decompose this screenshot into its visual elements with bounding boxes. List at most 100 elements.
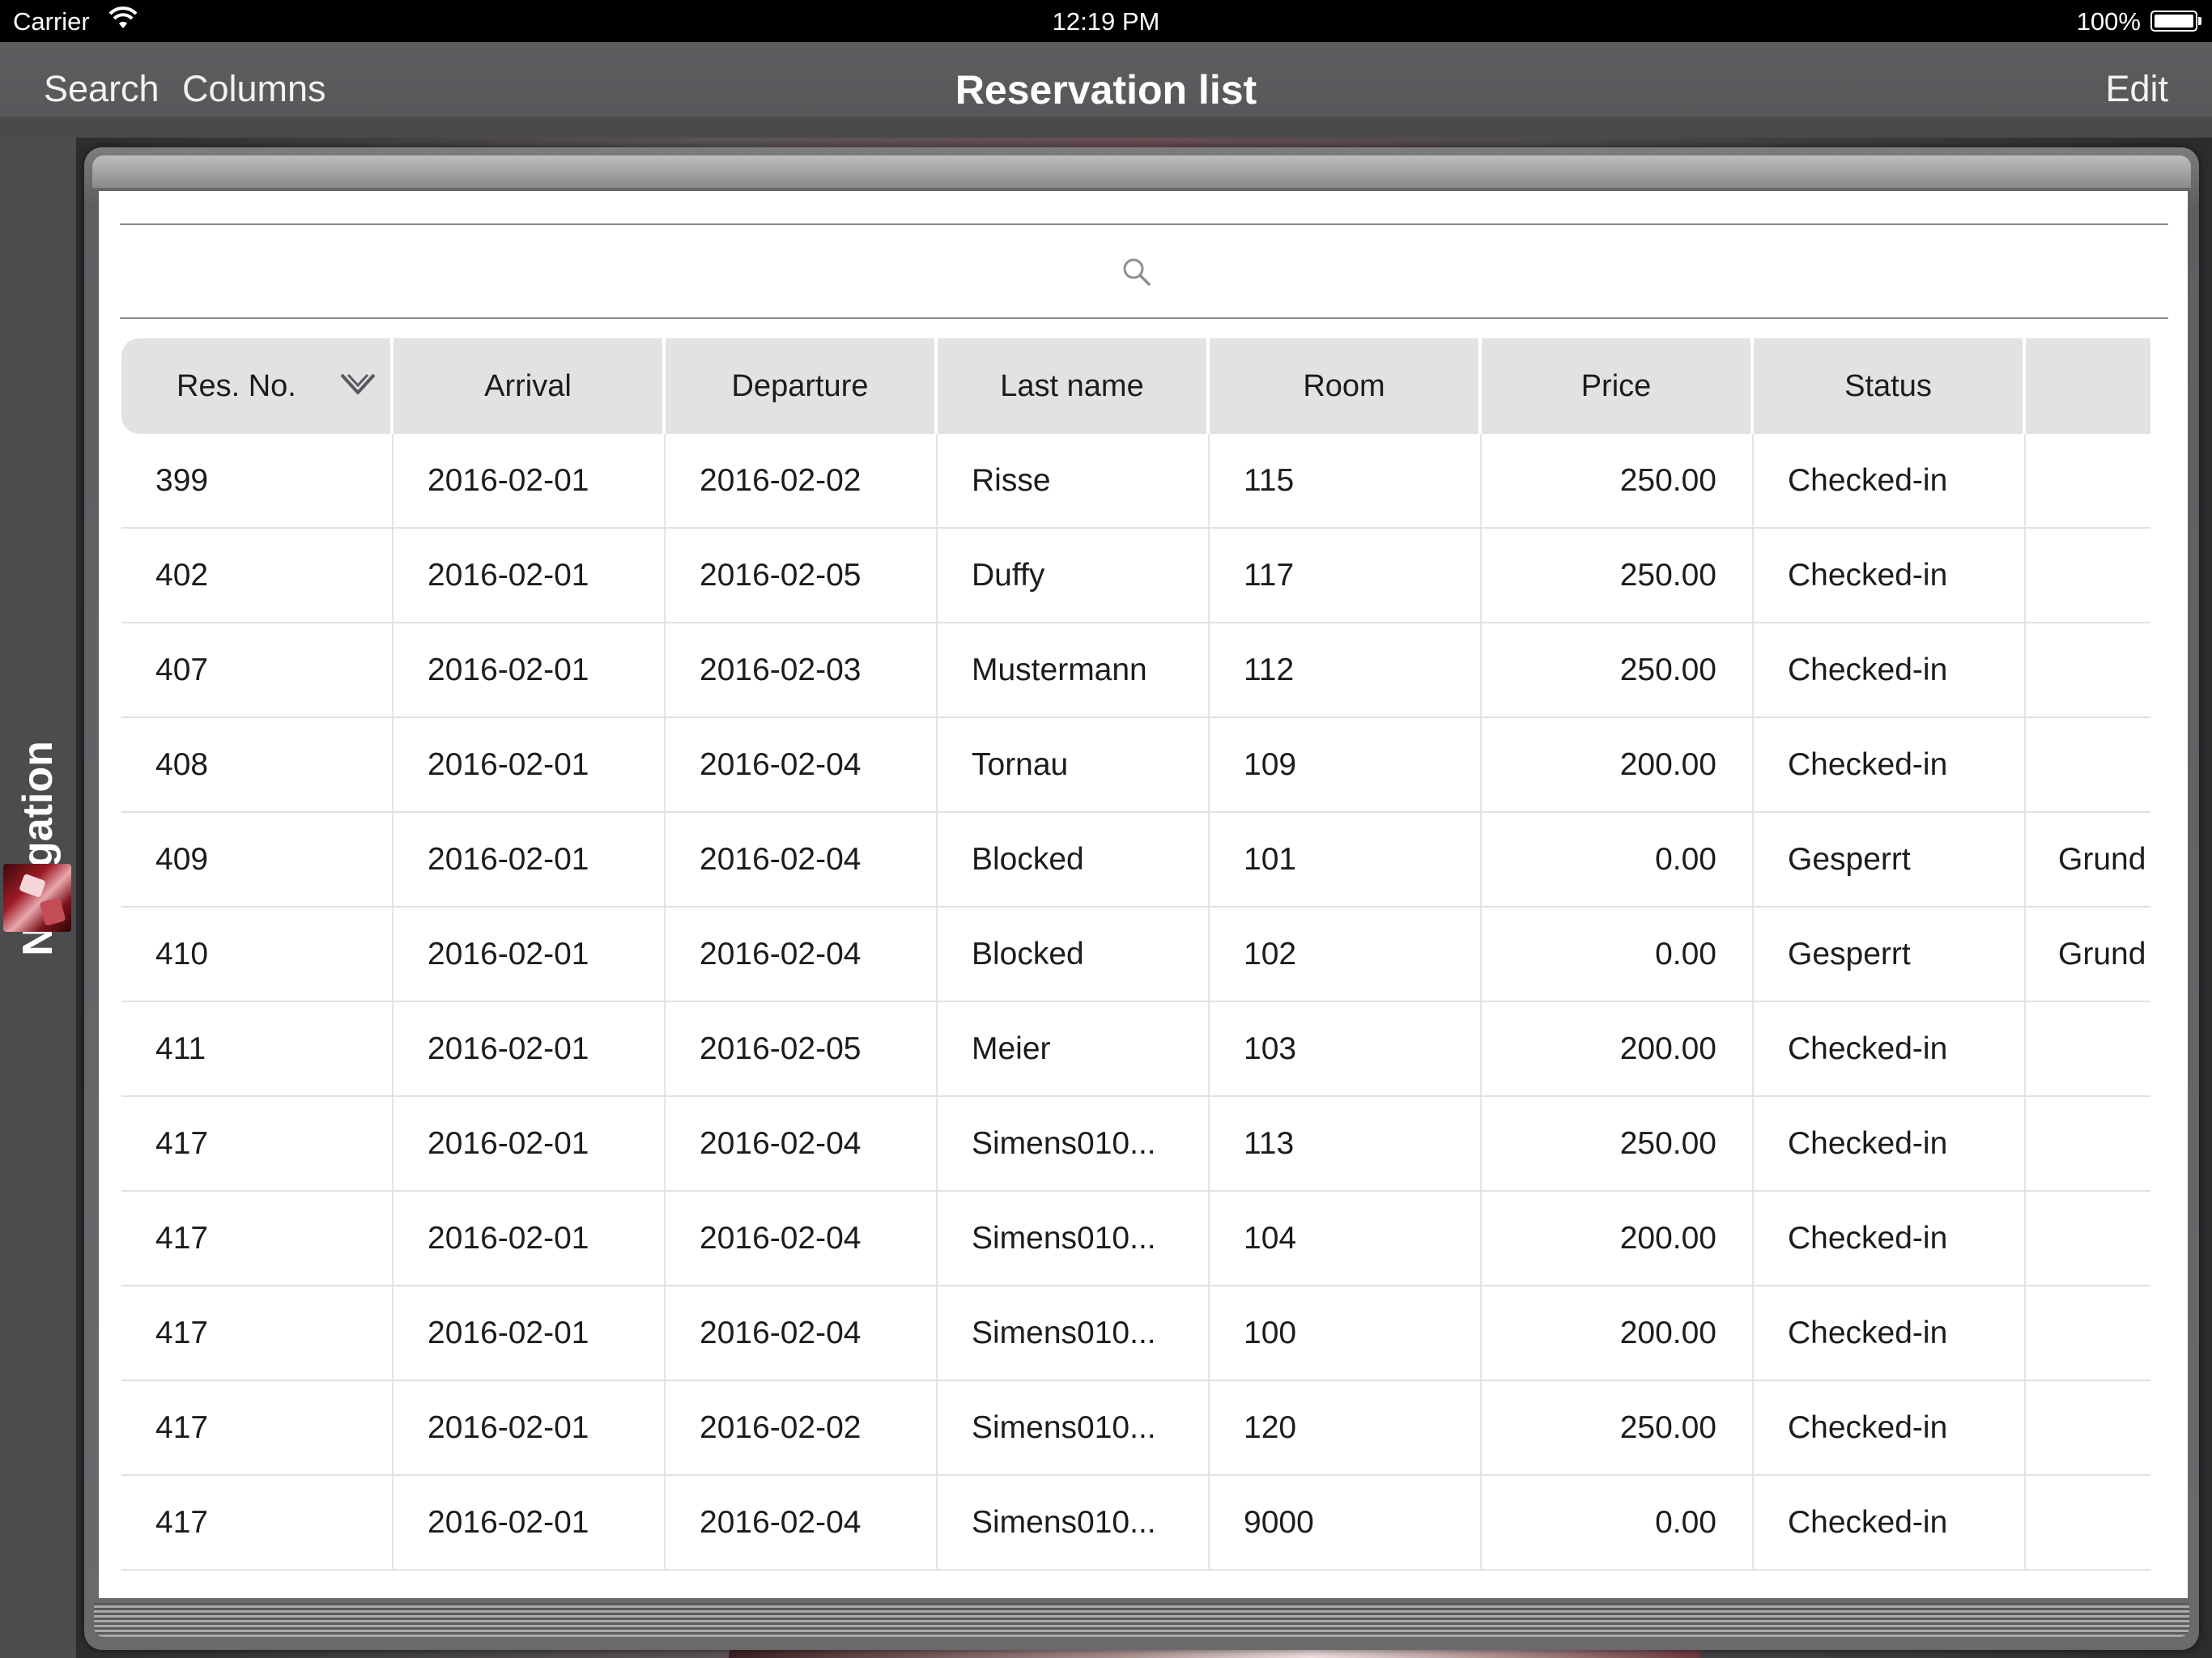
cell-departure: 2016-02-04 xyxy=(700,747,861,782)
status-bar: Carrier 12:19 PM 100% xyxy=(0,0,2212,42)
cell-departure: 2016-02-04 xyxy=(700,1126,861,1161)
table-header: Res. No. Arrival Departure Last name Roo… xyxy=(121,338,2150,434)
column-header-departure[interactable]: Departure xyxy=(666,338,934,434)
cell-extra xyxy=(2058,434,2150,527)
cell-status: Checked-in xyxy=(1788,1316,1948,1350)
column-divider xyxy=(2024,813,2026,908)
cell-room: 104 xyxy=(1244,1221,1297,1256)
cell-price: 0.00 xyxy=(1655,842,1716,877)
column-header-label: Room xyxy=(1303,368,1385,403)
column-divider xyxy=(1208,1286,1210,1381)
column-header-label: Status xyxy=(1844,368,1932,403)
table-row[interactable]: 417 2016-02-01 2016-02-04 Simens010... 113 25… xyxy=(121,1097,2150,1192)
table-row[interactable]: 408 2016-02-01 2016-02-04 Tornau 109 200.00 Ch… xyxy=(121,718,2150,813)
cell-status: Checked-in xyxy=(1788,1031,1948,1066)
cell-price: 0.00 xyxy=(1655,1505,1716,1540)
column-header-last-name[interactable]: Last name xyxy=(938,338,1206,434)
page-title: Reservation list xyxy=(955,67,1257,113)
row-divider xyxy=(121,1569,2150,1571)
column-divider xyxy=(1480,718,1482,813)
column-divider xyxy=(392,908,393,1002)
column-header-res-no[interactable]: Res. No. xyxy=(121,338,390,434)
column-divider xyxy=(1752,1192,1754,1286)
column-divider xyxy=(1480,1476,1482,1571)
cell-last-name: Simens010... xyxy=(972,1126,1156,1161)
cell-room: 115 xyxy=(1244,463,1295,498)
column-header-room[interactable]: Room xyxy=(1210,338,1478,434)
cell-extra xyxy=(2058,623,2150,716)
navigation-sidebar[interactable]: Navigation xyxy=(0,138,76,1658)
table-row[interactable]: 417 2016-02-01 2016-02-04 Simens010... 104 20… xyxy=(121,1192,2150,1286)
cell-arrival: 2016-02-01 xyxy=(428,653,589,687)
cell-price: 250.00 xyxy=(1619,463,1716,498)
cell-arrival: 2016-02-01 xyxy=(428,1031,589,1066)
cell-arrival: 2016-02-01 xyxy=(428,1126,589,1161)
table-row[interactable]: 399 2016-02-01 2016-02-02 Risse 115 250.00 Che… xyxy=(121,434,2150,529)
cell-res-no: 417 xyxy=(155,1505,209,1540)
column-divider xyxy=(392,623,393,718)
table-row[interactable]: 409 2016-02-01 2016-02-04 Blocked 101 0.00 Ges… xyxy=(121,813,2150,908)
column-divider xyxy=(1752,434,1754,529)
column-header-status[interactable]: Status xyxy=(1754,338,2023,434)
cell-room: 112 xyxy=(1244,653,1295,687)
cell-res-no: 409 xyxy=(155,842,209,877)
cell-res-no: 407 xyxy=(155,653,209,687)
cell-arrival: 2016-02-01 xyxy=(428,937,589,971)
column-divider xyxy=(1480,908,1482,1002)
cell-arrival: 2016-02-01 xyxy=(428,1221,589,1256)
cell-room: 9000 xyxy=(1244,1505,1314,1540)
search-divider-bottom xyxy=(120,317,2168,319)
column-header-price[interactable]: Price xyxy=(1482,338,1750,434)
table-row[interactable]: 407 2016-02-01 2016-02-03 Mustermann 112 250.… xyxy=(121,623,2150,718)
cell-res-no: 417 xyxy=(155,1126,209,1161)
navigation-bar: Search Columns Reservation list Edit xyxy=(0,42,2212,138)
search-icon[interactable] xyxy=(1121,256,1153,288)
cell-extra: Grund xyxy=(2058,842,2146,877)
cell-res-no: 417 xyxy=(155,1410,209,1445)
table-row[interactable]: 417 2016-02-01 2016-02-04 Simens010... 100 20… xyxy=(121,1286,2150,1381)
cell-extra xyxy=(2058,1097,2150,1190)
cell-departure: 2016-02-05 xyxy=(700,558,861,593)
column-header-arrival[interactable]: Arrival xyxy=(393,338,662,434)
cell-departure: 2016-02-02 xyxy=(700,463,861,498)
cell-status: Checked-in xyxy=(1788,558,1948,593)
column-divider xyxy=(1208,1476,1210,1571)
cell-status: Checked-in xyxy=(1788,653,1948,687)
column-divider xyxy=(392,1286,393,1381)
column-divider xyxy=(392,1476,393,1571)
column-divider xyxy=(1752,1002,1754,1097)
cell-last-name: Simens010... xyxy=(972,1221,1156,1256)
column-header-extra[interactable] xyxy=(2026,338,2150,434)
column-divider xyxy=(1208,1381,1210,1476)
cell-last-name: Tornau xyxy=(972,747,1069,782)
cell-last-name: Meier xyxy=(972,1031,1051,1066)
cell-room: 113 xyxy=(1244,1126,1295,1161)
table-row[interactable]: 402 2016-02-01 2016-02-05 Duffy 117 250.00 Che… xyxy=(121,529,2150,623)
cell-departure: 2016-02-04 xyxy=(700,842,861,877)
table-row[interactable]: 417 2016-02-01 2016-02-04 Simens010... 9000 0… xyxy=(121,1476,2150,1571)
panel-bottom-edge xyxy=(94,1603,2189,1637)
cell-extra xyxy=(2058,1286,2150,1380)
cell-status: Gesperrt xyxy=(1788,842,1911,877)
cell-arrival: 2016-02-01 xyxy=(428,463,589,498)
column-divider xyxy=(1480,623,1482,718)
column-divider xyxy=(392,529,393,623)
column-divider xyxy=(1208,1002,1210,1097)
table-row[interactable]: 410 2016-02-01 2016-02-04 Blocked 102 0.00 Ges… xyxy=(121,908,2150,1002)
cell-price: 250.00 xyxy=(1619,653,1716,687)
cell-arrival: 2016-02-01 xyxy=(428,747,589,782)
edit-button[interactable]: Edit xyxy=(2105,68,2168,110)
column-divider xyxy=(2024,1002,2026,1097)
column-header-label: Departure xyxy=(731,368,869,403)
navigation-thumbnail[interactable] xyxy=(3,864,71,932)
column-divider xyxy=(1480,1286,1482,1381)
table-row[interactable]: 417 2016-02-01 2016-02-02 Simens010... 120 25… xyxy=(121,1381,2150,1476)
column-divider xyxy=(1208,623,1210,718)
cell-status: Checked-in xyxy=(1788,1505,1948,1540)
cell-res-no: 408 xyxy=(155,747,209,782)
column-divider xyxy=(2024,1381,2026,1476)
column-divider xyxy=(1752,1476,1754,1571)
chevron-down-icon[interactable] xyxy=(338,370,377,399)
table-row[interactable]: 411 2016-02-01 2016-02-05 Meier 103 200.00 Che… xyxy=(121,1002,2150,1097)
column-divider xyxy=(1752,718,1754,813)
